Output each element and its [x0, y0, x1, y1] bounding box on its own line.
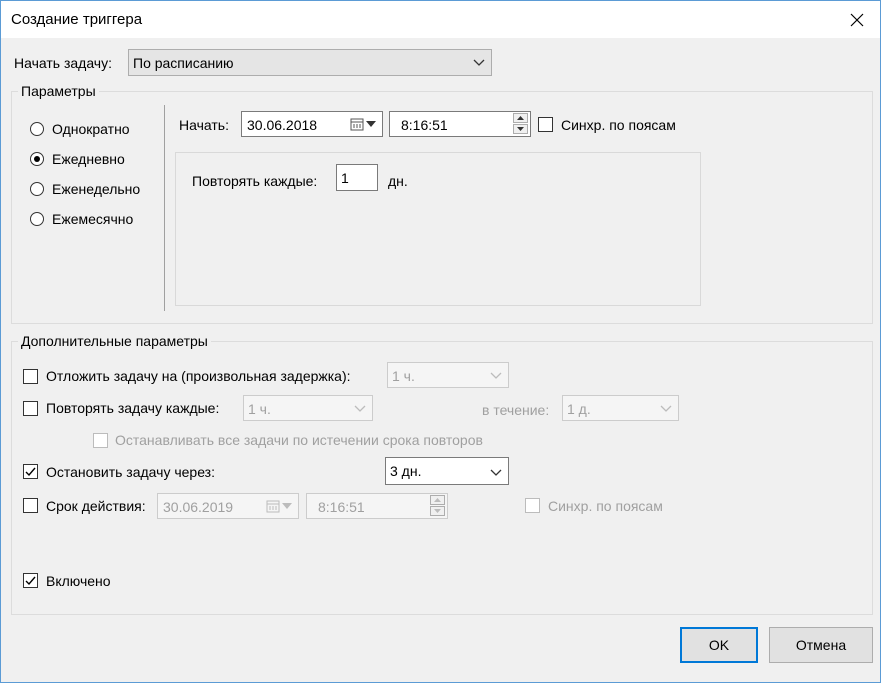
radio-monthly[interactable]	[30, 212, 44, 226]
start-time-spinner[interactable]	[513, 113, 528, 135]
trigger-dialog: Создание триггера Начать задачу: По расп…	[0, 0, 881, 683]
chevron-down-icon	[490, 372, 502, 379]
delay-checkbox[interactable]	[23, 369, 38, 384]
chevron-down-icon	[354, 405, 366, 412]
advanced-legend: Дополнительные параметры	[18, 333, 211, 349]
sync-label: Синхр. по поясам	[561, 117, 676, 133]
start-label: Начать:	[179, 117, 229, 133]
repeat-task-label: Повторять задачу каждые:	[46, 400, 220, 416]
stop-all-label: Останавливать все задачи по истечении ср…	[115, 432, 483, 448]
radio-daily[interactable]	[30, 152, 44, 166]
expire-time-value: 8:16:51	[318, 499, 365, 515]
start-task-label: Начать задачу:	[14, 55, 112, 71]
repeat-days-value: 1	[341, 170, 349, 186]
repeat-days-input[interactable]: 1	[336, 164, 378, 191]
stop-after-value: 3 дн.	[390, 463, 422, 479]
spin-up-icon	[430, 495, 445, 505]
calendar-icon[interactable]	[350, 117, 364, 131]
expire-date-picker[interactable]: 30.06.2019	[157, 493, 299, 519]
chevron-down-icon	[660, 405, 672, 412]
close-icon	[850, 13, 864, 26]
stop-all-checkbox[interactable]	[93, 433, 108, 448]
chevron-down-icon	[282, 503, 292, 509]
radio-weekly[interactable]	[30, 182, 44, 196]
duration-text: в течение:	[482, 402, 550, 418]
radio-once-label: Однократно	[52, 121, 130, 137]
ok-button[interactable]: OK	[680, 627, 758, 663]
stop-after-select[interactable]: 3 дн.	[385, 457, 509, 485]
close-button[interactable]	[834, 1, 880, 38]
radio-once[interactable]	[30, 122, 44, 136]
params-legend: Параметры	[18, 83, 99, 99]
start-date-value: 30.06.2018	[247, 117, 318, 133]
stop-after-label: Остановить задачу через:	[46, 464, 215, 480]
start-date-picker[interactable]: 30.06.2018	[241, 111, 383, 137]
chevron-down-icon	[490, 469, 502, 476]
duration-select[interactable]: 1 д.	[562, 395, 679, 421]
delay-label: Отложить задачу на (произвольная задержк…	[46, 368, 351, 384]
duration-value: 1 д.	[567, 401, 591, 417]
expire-time-field[interactable]: 8:16:51	[306, 493, 448, 519]
spin-down-icon	[430, 506, 445, 516]
title-bar: Создание триггера	[1, 1, 880, 38]
start-task-value: По расписанию	[133, 55, 234, 71]
spin-down-icon[interactable]	[513, 124, 528, 134]
expire-time-spinner[interactable]	[430, 495, 445, 517]
sync-checkbox[interactable]	[538, 117, 553, 132]
expire-sync-label: Синхр. по поясам	[548, 498, 663, 514]
enabled-label: Включено	[46, 573, 111, 589]
repeat-every-label: Повторять каждые:	[192, 173, 318, 189]
checkmark-icon	[25, 467, 36, 477]
radio-weekly-label: Еженедельно	[52, 181, 141, 197]
delay-select[interactable]: 1 ч.	[387, 362, 509, 388]
repeat-task-select[interactable]: 1 ч.	[243, 395, 373, 421]
stop-after-checkbox[interactable]	[23, 464, 38, 479]
expire-date-value: 30.06.2019	[163, 499, 234, 515]
start-time-field[interactable]: 8:16:51	[389, 111, 531, 137]
expire-label: Срок действия:	[46, 498, 146, 514]
chevron-down-icon	[473, 59, 485, 66]
cancel-button[interactable]: Отмена	[769, 627, 873, 663]
radio-daily-label: Ежедневно	[52, 151, 125, 167]
repeat-task-value: 1 ч.	[248, 401, 271, 417]
expire-sync-checkbox[interactable]	[525, 498, 540, 513]
chevron-down-icon[interactable]	[366, 121, 376, 127]
start-task-select[interactable]: По расписанию	[128, 49, 492, 76]
checkmark-icon	[25, 576, 36, 586]
start-time-value: 8:16:51	[401, 117, 448, 133]
spin-up-icon[interactable]	[513, 113, 528, 123]
delay-value: 1 ч.	[392, 368, 415, 384]
repeat-unit-label: дн.	[388, 173, 408, 189]
radio-monthly-label: Ежемесячно	[52, 211, 134, 227]
repeat-task-checkbox[interactable]	[23, 401, 38, 416]
window-title: Создание триггера	[11, 11, 143, 28]
calendar-icon	[266, 500, 280, 513]
enabled-checkbox[interactable]	[23, 573, 38, 588]
expire-checkbox[interactable]	[23, 498, 38, 513]
params-divider	[164, 105, 165, 311]
